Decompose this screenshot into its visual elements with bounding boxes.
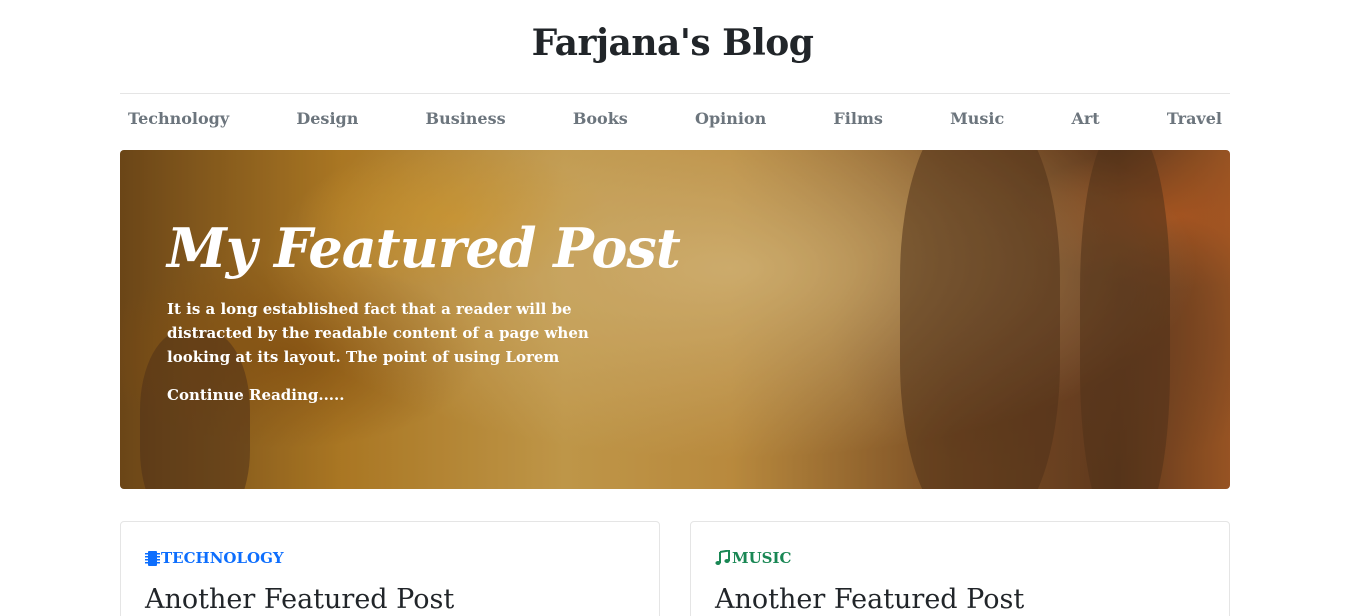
card-category[interactable]: MUSIC [715,549,791,567]
featured-post-hero: My Featured Post It is a long establishe… [120,150,1230,489]
post-card-technology: TECHNOLOGY Another Featured Post [120,521,660,616]
category-nav: Technology Design Business Books Opinion… [120,104,1230,132]
header-divider [120,93,1230,94]
nav-item-music[interactable]: Music [950,109,1004,128]
continue-reading-link[interactable]: Continue Reading..... [167,386,344,404]
nav-item-business[interactable]: Business [426,109,506,128]
nav-item-design[interactable]: Design [296,109,358,128]
card-title[interactable]: Another Featured Post [145,584,454,615]
nav-item-films[interactable]: Films [833,109,882,128]
hero-title: My Featured Post [167,216,681,280]
nav-item-technology[interactable]: Technology [128,109,229,128]
nav-item-art[interactable]: Art [1071,109,1099,128]
hero-lead: It is a long established fact that a rea… [167,300,589,366]
card-category-label: TECHNOLOGY [161,549,284,567]
cpu-icon [145,550,161,567]
card-title[interactable]: Another Featured Post [715,584,1024,615]
music-note-icon [715,550,732,566]
site-title[interactable]: Farjana's Blog [0,22,1345,72]
nav-item-books[interactable]: Books [573,109,628,128]
nav-item-opinion[interactable]: Opinion [695,109,766,128]
card-category[interactable]: TECHNOLOGY [145,549,284,567]
post-card-music: MUSIC Another Featured Post [690,521,1230,616]
nav-item-travel[interactable]: Travel [1167,109,1222,128]
card-category-label: MUSIC [732,549,792,567]
